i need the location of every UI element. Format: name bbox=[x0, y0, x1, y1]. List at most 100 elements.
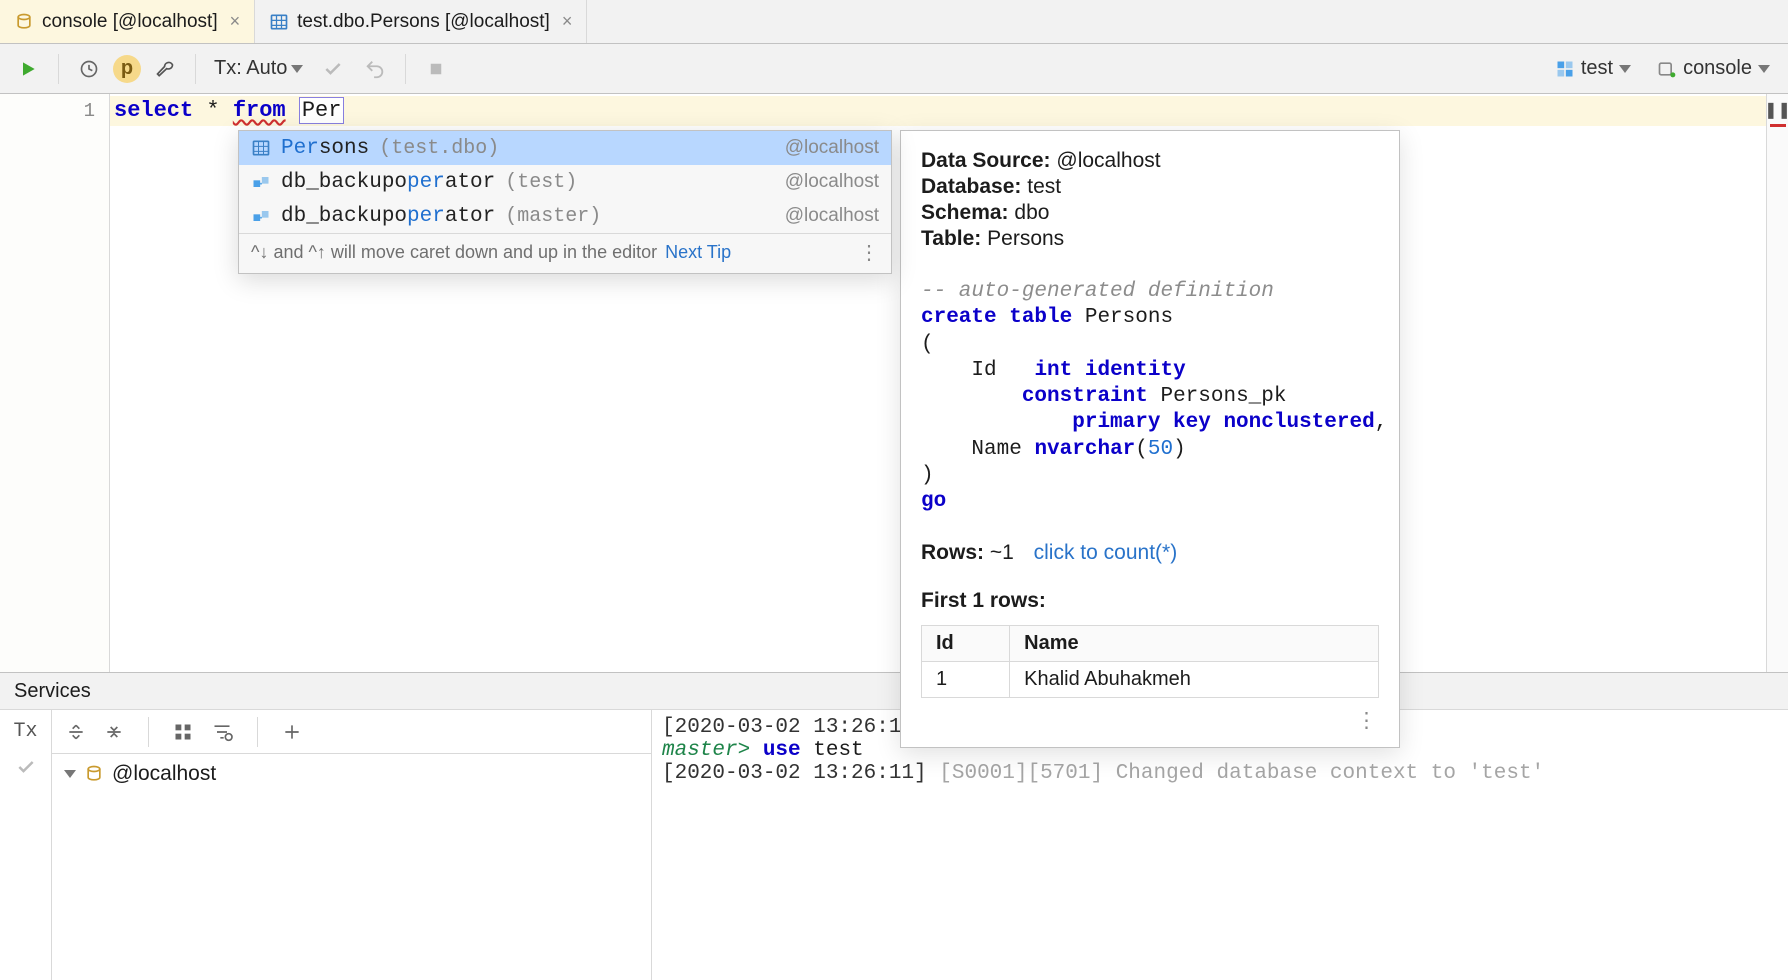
plan-button[interactable]: p bbox=[113, 55, 141, 83]
collapse-all-icon[interactable] bbox=[104, 722, 124, 742]
ac-match: Per bbox=[281, 137, 319, 160]
divider bbox=[148, 717, 149, 747]
ac-match: per bbox=[407, 205, 445, 228]
autocomplete-next-tip-link[interactable]: Next Tip bbox=[665, 242, 731, 263]
tab-label: console [@localhost] bbox=[42, 11, 218, 33]
tx-label-text: Tx: Auto bbox=[214, 57, 287, 80]
ac-origin: @localhost bbox=[785, 137, 879, 159]
services-side-gutter: Tx bbox=[0, 710, 52, 980]
database-context-label: test bbox=[1581, 57, 1613, 80]
code-line-1[interactable]: select * from Per bbox=[110, 96, 1766, 126]
services-toolbar bbox=[52, 710, 651, 754]
divider bbox=[58, 54, 59, 84]
value-table: Persons bbox=[987, 227, 1064, 250]
log-db: test bbox=[813, 739, 863, 762]
line-number: 1 bbox=[0, 96, 109, 126]
ac-match: per bbox=[407, 171, 445, 194]
close-icon[interactable]: × bbox=[562, 11, 573, 32]
rows-value: ~1 bbox=[990, 541, 1014, 564]
kw-from: from bbox=[233, 98, 286, 123]
editor-gutter: 1 bbox=[0, 94, 110, 672]
pause-icon[interactable]: ❚❚ bbox=[1764, 100, 1788, 120]
services-log[interactable]: [2020-03-02 13:26:11] master> use test [… bbox=[652, 710, 1788, 980]
tab-console[interactable]: console [@localhost] × bbox=[0, 0, 255, 43]
ac-pre: db_backupo bbox=[281, 205, 407, 228]
divider bbox=[405, 54, 406, 84]
role-icon bbox=[251, 206, 271, 226]
tree-node-localhost[interactable]: @localhost bbox=[64, 762, 639, 786]
ac-pre: db_backupo bbox=[281, 171, 407, 194]
play-icon bbox=[18, 59, 38, 79]
table-icon bbox=[251, 138, 271, 158]
chevron-down-icon bbox=[1758, 65, 1770, 73]
role-icon bbox=[251, 172, 271, 192]
services-left-pane: @localhost bbox=[52, 710, 652, 980]
rows-label: Rows: bbox=[921, 541, 984, 564]
editor-toolbar: p Tx: Auto test console bbox=[0, 44, 1788, 94]
check-icon[interactable] bbox=[16, 757, 36, 777]
stop-button[interactable] bbox=[418, 51, 454, 87]
console-context-dropdown[interactable]: console bbox=[1649, 53, 1778, 84]
doc-more-icon[interactable]: ⋮ bbox=[921, 708, 1379, 733]
value-database: test bbox=[1027, 175, 1061, 198]
error-marker[interactable] bbox=[1770, 124, 1786, 127]
label-schema: Schema: bbox=[921, 201, 1009, 224]
services-title-text: Services bbox=[14, 680, 91, 703]
wrench-icon bbox=[155, 59, 175, 79]
add-icon[interactable] bbox=[282, 722, 302, 742]
ac-meta: (test) bbox=[505, 171, 577, 194]
ac-rest: ator bbox=[445, 171, 495, 194]
log-context: master> bbox=[662, 739, 750, 762]
tx-mode-dropdown[interactable]: Tx: Auto bbox=[208, 57, 309, 80]
tab-strip: console [@localhost] × test.dbo.Persons … bbox=[0, 0, 1788, 44]
table-row: 1 Khalid Abuhakmeh bbox=[922, 662, 1379, 698]
filter-icon[interactable] bbox=[211, 722, 233, 742]
autocomplete-item-persons[interactable]: Persons (test.dbo) @localhost bbox=[239, 131, 891, 165]
log-keyword: use bbox=[763, 739, 801, 762]
chevron-down-icon[interactable] bbox=[64, 770, 76, 778]
divider bbox=[195, 54, 196, 84]
database-context-dropdown[interactable]: test bbox=[1547, 53, 1639, 84]
quick-doc-panel: Data Source: @localhost Database: test S… bbox=[900, 130, 1400, 748]
ac-rest: ator bbox=[445, 205, 495, 228]
cell-name: Khalid Abuhakmeh bbox=[1010, 662, 1379, 698]
autocomplete-item-dbbackup-test[interactable]: db_backupoperator (test) @localhost bbox=[239, 165, 891, 199]
close-icon[interactable]: × bbox=[230, 11, 241, 32]
log-message: [S0001][5701] Changed database context t… bbox=[939, 762, 1544, 785]
tx-indicator[interactable]: Tx bbox=[13, 720, 37, 743]
db-console-icon bbox=[14, 12, 34, 32]
datasource-icon bbox=[84, 764, 104, 784]
ac-meta: (master) bbox=[505, 205, 601, 228]
star: * bbox=[193, 98, 233, 123]
commit-button[interactable] bbox=[315, 51, 351, 87]
log-timestamp: [2020-03-02 13:26:11] bbox=[662, 716, 927, 739]
expand-all-icon[interactable] bbox=[66, 722, 86, 742]
autocomplete-more-icon[interactable]: ⋮ bbox=[859, 240, 881, 265]
value-data-source: @localhost bbox=[1056, 149, 1160, 172]
autocomplete-item-dbbackup-master[interactable]: db_backupoperator (master) @localhost bbox=[239, 199, 891, 233]
settings-button[interactable] bbox=[147, 51, 183, 87]
schema-icon bbox=[1555, 59, 1575, 79]
editor-right-gutter: ❚❚ bbox=[1766, 94, 1788, 672]
stop-icon bbox=[427, 60, 445, 78]
log-timestamp: [2020-03-02 13:26:11] bbox=[662, 762, 927, 785]
click-to-count-link[interactable]: click to count(*) bbox=[1034, 541, 1178, 564]
ac-rest: sons bbox=[319, 137, 369, 160]
grid-icon[interactable] bbox=[173, 722, 193, 742]
label-database: Database: bbox=[921, 175, 1021, 198]
rollback-button[interactable] bbox=[357, 51, 393, 87]
history-button[interactable] bbox=[71, 51, 107, 87]
check-icon bbox=[323, 59, 343, 79]
chevron-down-icon bbox=[1619, 65, 1631, 73]
ac-meta: (test.dbo) bbox=[379, 137, 499, 160]
label-table: Table: bbox=[921, 227, 981, 250]
services-tree[interactable]: @localhost bbox=[52, 754, 651, 794]
col-id: Id bbox=[922, 626, 1010, 662]
services-panel-title[interactable]: Services bbox=[0, 672, 1788, 710]
autocomplete-footer: ^↓ and ^↑ will move caret down and up in… bbox=[239, 233, 891, 273]
tab-persons-table[interactable]: test.dbo.Persons [@localhost] × bbox=[255, 0, 587, 43]
tab-label: test.dbo.Persons [@localhost] bbox=[297, 11, 550, 33]
ddl-preview: -- auto-generated definition create tabl… bbox=[921, 279, 1379, 515]
kw-select: select bbox=[114, 98, 193, 123]
run-button[interactable] bbox=[10, 51, 46, 87]
